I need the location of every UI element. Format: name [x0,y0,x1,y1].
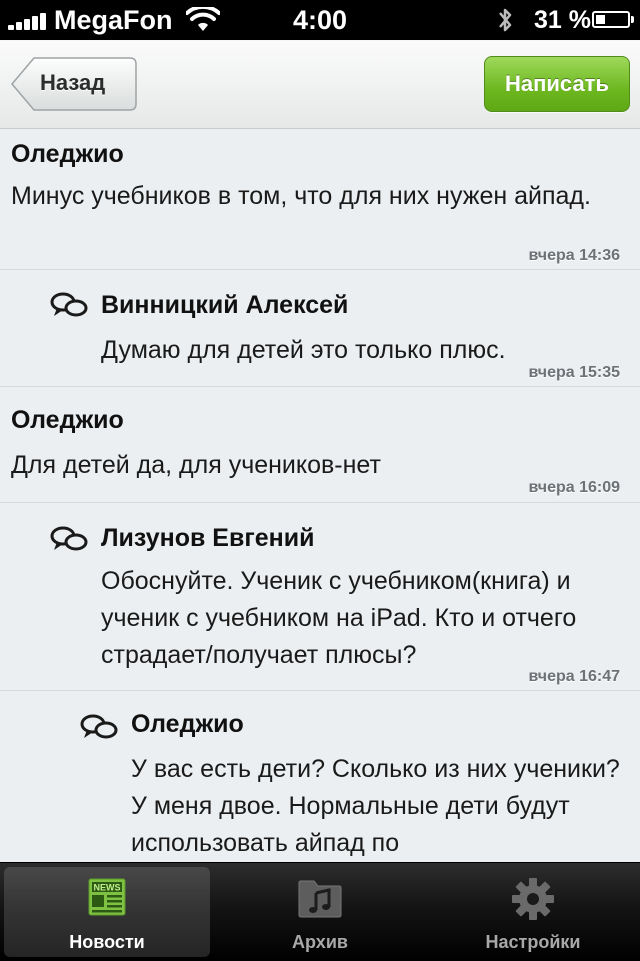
back-button[interactable]: Назад [10,56,138,112]
comment-author: Оледжио [131,710,244,738]
comment-item[interactable]: Оледжио У вас есть дети? Сколько из них … [0,691,640,862]
bluetooth-icon [496,6,514,39]
comment-author: Лизунов Евгений [101,524,315,552]
battery-icon [592,11,634,28]
navigation-bar: Назад Написать [0,40,640,129]
battery-percent: 31 % [534,6,591,34]
comments-feed[interactable]: Оледжио Минус учебников в том, что для н… [0,129,640,862]
tab-settings-label: Настройки [485,932,581,952]
tab-settings[interactable]: Настройки [430,867,636,957]
comment-author: Оледжио [11,140,124,168]
comment-author: Винницкий Алексей [101,291,349,319]
reply-bubbles-icon [50,292,88,317]
music-folder-icon [298,880,342,918]
comment-author: Оледжио [11,406,124,434]
comment-time: вчера 16:47 [528,668,620,685]
tab-archive-label: Архив [292,932,348,952]
news-icon: NEWS [88,878,126,916]
tab-news-label: Новости [69,932,145,952]
comment-time: вчера 16:09 [528,479,620,496]
back-button-label: Назад [40,70,106,95]
comment-text: У вас есть дети? Сколько из них ученики?… [131,755,620,857]
status-bar: MegaFon 4:00 31 % [0,0,640,40]
tab-archive[interactable]: Архив [217,867,423,957]
comment-item[interactable]: Оледжио Минус учебников в том, что для н… [0,129,640,270]
comment-text: Минус учебников в том, что для них нужен… [11,182,591,210]
reply-bubbles-icon [80,714,118,739]
compose-button[interactable]: Написать [484,56,630,112]
tab-bar: NEWS Новости Архив Настройки [0,862,640,961]
comment-time: вчера 14:36 [528,247,620,264]
tab-news[interactable]: NEWS Новости [4,867,210,957]
reply-bubbles-icon [50,526,88,551]
comment-time: вчера 15:35 [528,364,620,381]
comment-item[interactable]: Лизунов Евгений Обоснуйте. Ученик с учеб… [0,503,640,691]
comment-text: Для детей да, для учеников-нет [11,451,381,479]
gear-icon [512,878,554,920]
comment-text: Обоснуйте. Ученик с учебником(книга) и у… [101,567,577,669]
comment-item[interactable]: Винницкий Алексей Думаю для детей это то… [0,270,640,387]
svg-text:NEWS: NEWS [94,883,121,893]
comment-item[interactable]: Оледжио Для детей да, для учеников-нет в… [0,387,640,503]
